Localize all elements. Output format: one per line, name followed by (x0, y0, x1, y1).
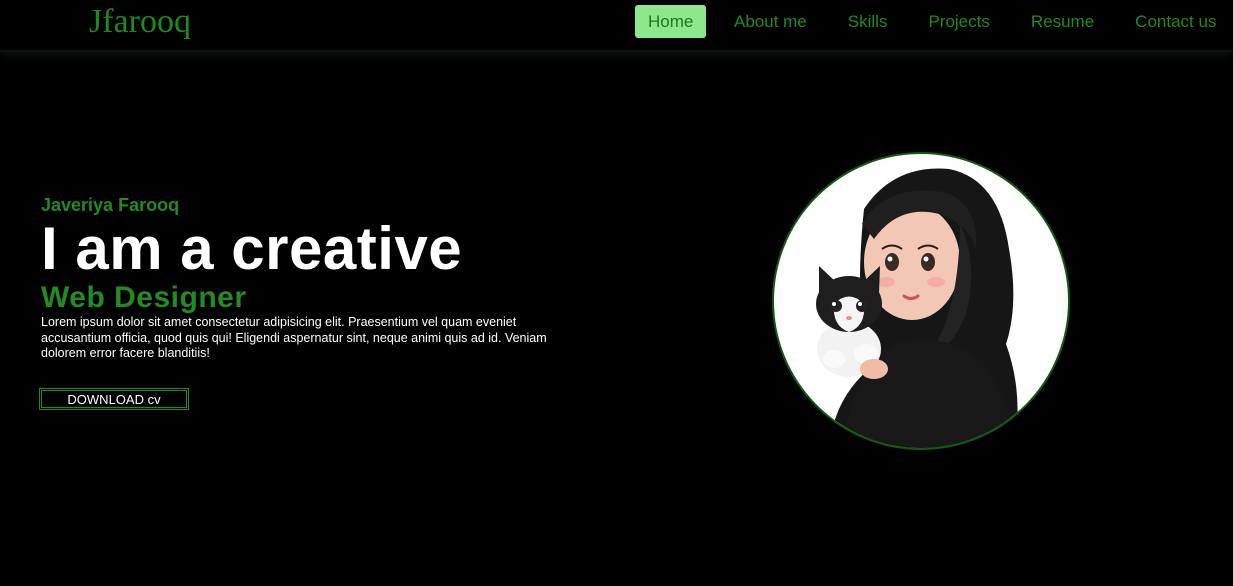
nav-projects[interactable]: Projects (915, 5, 1002, 38)
nav-home[interactable]: Home (635, 5, 706, 38)
site-logo[interactable]: Jfarooq (89, 2, 191, 42)
nav-about-me[interactable]: About me (721, 5, 820, 38)
nav-skills[interactable]: Skills (835, 5, 901, 38)
navbar: Jfarooq Home About me Skills Projects Re… (0, 0, 1233, 52)
hero-headline: I am a creative (41, 215, 463, 282)
download-cv-button[interactable]: DOWNLOAD cv (39, 388, 189, 410)
avatar-illustration (816, 168, 1018, 448)
profile-avatar (772, 152, 1070, 450)
nav-links: Home About me Skills Projects Resume Con… (635, 5, 1233, 38)
hero-role: Web Designer (41, 281, 247, 314)
hero-text: Javeriya Farooq I am a creative Web Desi… (41, 193, 601, 362)
nav-contact-us[interactable]: Contact us (1122, 5, 1229, 38)
hero-subtitle: Javeriya Farooq (41, 195, 180, 215)
nav-resume[interactable]: Resume (1018, 5, 1107, 38)
hero-description: Lorem ipsum dolor sit amet consectetur a… (41, 315, 547, 360)
